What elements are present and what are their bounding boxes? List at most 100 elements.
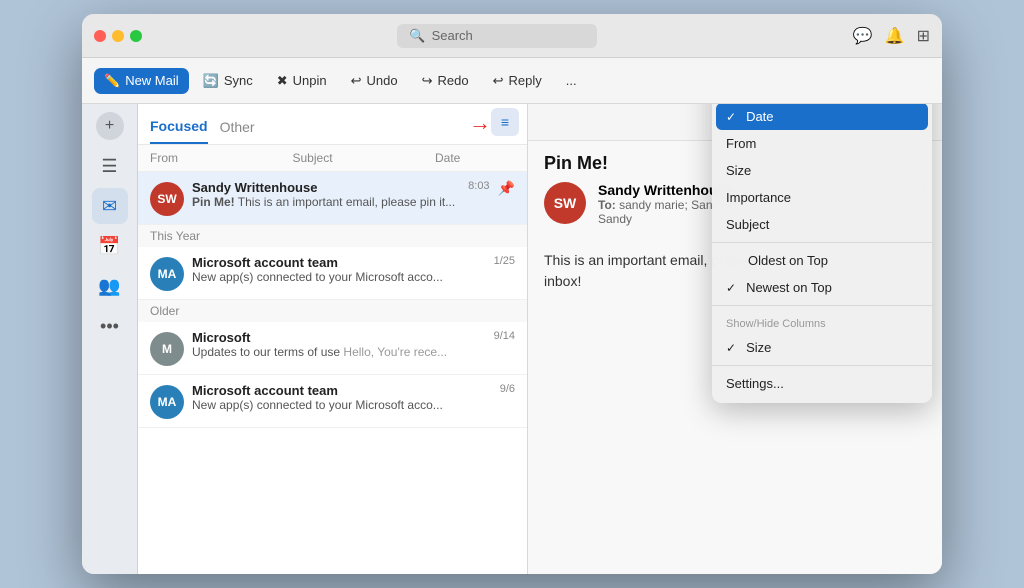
bell-icon[interactable]: 🔔	[885, 26, 905, 46]
sync-icon: 🔄	[203, 73, 219, 89]
header-from: From	[150, 151, 293, 165]
size-check-icon: ✓	[726, 341, 736, 355]
email-item-pinned[interactable]: SW Sandy Writtenhouse Pin Me! This is an…	[138, 172, 527, 225]
redo-button[interactable]: ↪ Redo	[412, 68, 479, 94]
undo-label: Undo	[367, 73, 398, 88]
section-older: Older	[138, 300, 527, 322]
avatar-sw: SW	[150, 182, 184, 216]
title-bar: 🔍 Search 💬 🔔 ⊞	[82, 14, 942, 58]
column-size[interactable]: ✓ Size	[712, 334, 932, 361]
oldest-check-placeholder	[726, 253, 740, 268]
avatar-ma-1: MA	[150, 257, 184, 291]
sync-button[interactable]: 🔄 Sync	[193, 68, 263, 94]
tab-focused[interactable]: Focused	[150, 112, 208, 144]
email-item-msaccount-1[interactable]: MA Microsoft account team New app(s) con…	[138, 247, 527, 300]
menu-divider-3	[712, 305, 932, 306]
minimize-button[interactable]	[112, 30, 124, 42]
more-label: ...	[566, 73, 577, 88]
email-time-3: 9/14	[494, 330, 515, 342]
sidebar-mail-icon[interactable]: ✉	[92, 188, 128, 224]
sort-size-label: Size	[726, 163, 751, 178]
order-oldest[interactable]: Oldest on Top	[712, 247, 932, 274]
more-button[interactable]: ...	[556, 68, 587, 93]
sort-from-label: From	[726, 136, 756, 151]
email-detail: ↩ ↩↩ ↪ Pin Me! SW Sandy Writtenhouse To:…	[528, 104, 942, 574]
settings-label: Settings...	[726, 376, 784, 391]
email-content-2: Microsoft account team New app(s) connec…	[192, 255, 486, 284]
sort-from[interactable]: From	[712, 130, 932, 157]
new-mail-button[interactable]: ✏️ New Mail	[94, 68, 189, 94]
email-subject-2: New app(s) connected to your Microsoft a…	[192, 270, 486, 284]
unpin-icon: ✖	[277, 73, 288, 89]
sidebar-calendar-icon[interactable]: 📅	[92, 228, 128, 264]
email-content-3: Microsoft Updates to our terms of use He…	[192, 330, 486, 359]
email-sender-2: Microsoft account team	[192, 255, 486, 270]
avatar-ms: M	[150, 332, 184, 366]
email-subject-3: Updates to our terms of use Hello, You'r…	[192, 345, 486, 359]
subject-preview: This is an important email, please pin i…	[238, 195, 455, 209]
email-subject: Pin Me! This is an important email, plea…	[192, 195, 460, 209]
sidebar: + ☰ ✉ 📅 👥 •••	[82, 104, 138, 574]
traffic-lights	[94, 30, 142, 42]
new-mail-label: New Mail	[125, 73, 178, 88]
undo-button[interactable]: ↩ Undo	[341, 68, 408, 94]
sort-size[interactable]: Size	[712, 157, 932, 184]
chat-icon[interactable]: 💬	[853, 26, 873, 46]
email-time-4: 9/6	[500, 383, 515, 395]
sidebar-hamburger[interactable]: ☰	[92, 148, 128, 184]
sort-date-label: Date	[746, 109, 773, 124]
email-panel: Focused Other → ≡ From Subject Date SW S…	[138, 104, 528, 574]
email-item-microsoft[interactable]: M Microsoft Updates to our terms of use …	[138, 322, 527, 375]
sidebar-add-button[interactable]: +	[96, 112, 124, 140]
reply-button[interactable]: ↩ Reply	[483, 68, 552, 94]
email-content: Sandy Writtenhouse Pin Me! This is an im…	[192, 180, 460, 209]
reply-label: Reply	[509, 73, 542, 88]
date-check-icon: ✓	[726, 110, 736, 124]
app-window: 🔍 Search 💬 🔔 ⊞ ✏️ New Mail 🔄 Sync ✖ Unpi…	[82, 14, 942, 574]
order-newest-label: Newest on Top	[746, 280, 832, 295]
email-time-2: 1/25	[494, 255, 515, 267]
filter-dropdown-menu: Filter By ✉ Unread ⇧⌘U ⚑ Flag › ☺ To M	[712, 104, 932, 403]
search-icon: 🔍	[409, 28, 425, 44]
toolbar: ✏️ New Mail 🔄 Sync ✖ Unpin ↩ Undo ↪ Redo…	[82, 58, 942, 104]
undo-icon: ↩	[351, 73, 362, 89]
email-sender-3: Microsoft	[192, 330, 486, 345]
sidebar-more-icon[interactable]: •••	[92, 308, 128, 344]
menu-divider-2	[712, 242, 932, 243]
unpin-label: Unpin	[293, 73, 327, 88]
to-label: To:	[598, 198, 616, 212]
email-item-msaccount-2[interactable]: MA Microsoft account team New app(s) con…	[138, 375, 527, 428]
order-newest[interactable]: ✓ Newest on Top	[712, 274, 932, 301]
tab-other[interactable]: Other	[220, 113, 255, 143]
sender-avatar: SW	[544, 182, 586, 224]
newest-check-icon: ✓	[726, 281, 736, 295]
title-actions: 💬 🔔 ⊞	[853, 26, 930, 46]
sort-importance[interactable]: Importance	[712, 184, 932, 211]
header-subject: Subject	[293, 151, 436, 165]
filter-button[interactable]: ≡	[491, 108, 519, 136]
email-subject-4: New app(s) connected to your Microsoft a…	[192, 398, 492, 412]
grid-icon[interactable]: ⊞	[917, 26, 930, 46]
email-sender: Sandy Writtenhouse	[192, 180, 460, 195]
email-tabs: Focused Other → ≡	[138, 104, 527, 145]
maximize-button[interactable]	[130, 30, 142, 42]
sidebar-contacts-icon[interactable]: 👥	[92, 268, 128, 304]
email-list-header: From Subject Date	[138, 145, 527, 172]
pin-icon: 📌	[498, 180, 515, 197]
show-hide-label: Show/Hide Columns	[712, 310, 932, 334]
close-button[interactable]	[94, 30, 106, 42]
search-label: Search	[432, 28, 473, 43]
settings-item[interactable]: Settings...	[712, 370, 932, 397]
search-box[interactable]: 🔍 Search	[397, 24, 597, 48]
sort-date[interactable]: ✓ Date	[716, 104, 928, 130]
sort-subject[interactable]: Subject	[712, 211, 932, 238]
menu-divider-4	[712, 365, 932, 366]
subject-bold: Pin Me!	[192, 195, 235, 209]
redo-icon: ↪	[422, 73, 433, 89]
compose-icon: ✏️	[104, 73, 120, 89]
order-oldest-label: Oldest on Top	[748, 253, 828, 268]
reply-icon: ↩	[493, 73, 504, 89]
column-size-label: Size	[746, 340, 771, 355]
header-date: Date	[435, 151, 515, 165]
unpin-button[interactable]: ✖ Unpin	[267, 68, 337, 94]
